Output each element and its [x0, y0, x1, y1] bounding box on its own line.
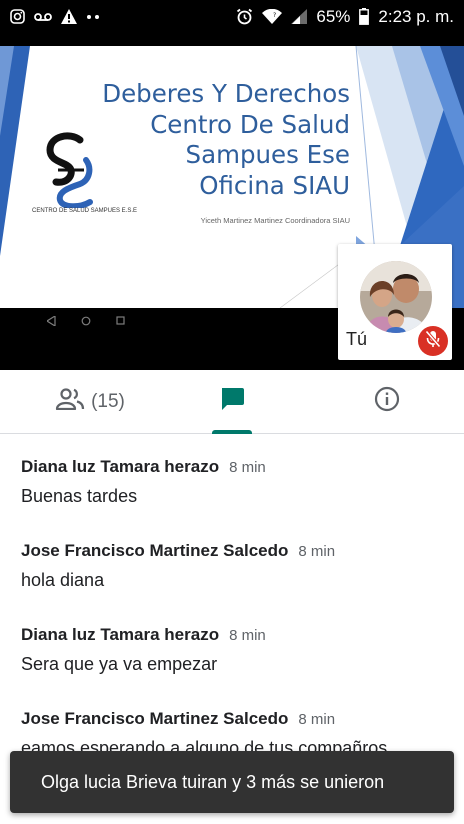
- message-text: Buenas tardes: [21, 486, 138, 506]
- message-header: Jose Francisco Martinez Salcedo 8 min: [21, 541, 451, 561]
- chat-message: Jose Francisco Martinez Salcedo 8 min ho…: [21, 541, 451, 591]
- toast-text: Olga lucia Brieva tuiran y 3 más se unie…: [41, 771, 385, 792]
- message-text: hola diana: [21, 570, 105, 590]
- message-header: Diana luz Tamara herazo 8 min: [21, 625, 451, 645]
- battery-percent: 65%: [316, 6, 351, 26]
- message-time: 8 min: [229, 627, 266, 644]
- message-text: Sera que ya va empezar: [21, 654, 218, 674]
- chat-icon: [219, 386, 245, 417]
- status-bar: ? 65% 2:23 p. m.: [0, 0, 464, 33]
- more-dots-icon: [86, 14, 100, 20]
- self-view-tile[interactable]: Tú: [338, 244, 452, 360]
- mic-off-icon: [425, 329, 441, 353]
- battery-icon: [359, 8, 370, 25]
- message-sender: Jose Francisco Martinez Salcedo: [21, 709, 289, 728]
- signal-icon: [291, 9, 308, 24]
- message-header: Jose Francisco Martinez Salcedo 8 min: [21, 709, 451, 729]
- meeting-tabs: (15): [0, 370, 464, 434]
- chat-message: Diana luz Tamara herazo 8 min Sera que y…: [21, 625, 451, 675]
- mic-off-button[interactable]: [418, 326, 448, 356]
- instagram-icon: [10, 9, 25, 24]
- tab-chat[interactable]: [195, 370, 269, 434]
- tab-people[interactable]: (15): [40, 370, 140, 433]
- slide-title: Deberes Y Derechos Centro De Salud Sampu…: [50, 79, 350, 201]
- people-icon: [55, 388, 85, 415]
- status-left-icons: [10, 9, 100, 24]
- slide-title-line: Deberes Y Derechos: [102, 79, 350, 108]
- message-time: 8 min: [298, 711, 336, 728]
- meet-screen: ? 65% 2:23 p. m. CENTRO DE SALUD SAMPUES…: [0, 0, 464, 824]
- join-notification-toast: Olga lucia Brieva tuiran y 3 más se unie…: [10, 751, 454, 813]
- slide-title-line: Oficina SIAU: [199, 170, 350, 200]
- slide-title-line: Centro De Salud: [150, 109, 350, 139]
- status-right-icons: ? 65% 2:23 p. m.: [236, 7, 454, 27]
- message-sender: Diana luz Tamara herazo: [21, 625, 220, 644]
- logo-caption: CENTRO DE SALUD SAMPUES E.S.E: [32, 208, 138, 214]
- recents-nav-icon: [116, 316, 125, 328]
- message-sender: Diana luz Tamara herazo: [21, 457, 220, 476]
- alarm-icon: [236, 8, 253, 25]
- message-sender: Jose Francisco Martinez Salcedo: [21, 541, 289, 560]
- slide-subtitle: Yiceth Martinez Martinez Coordinadora SI…: [200, 216, 350, 225]
- message-time: 8 min: [229, 459, 266, 476]
- participant-count: (15): [91, 390, 125, 412]
- warning-icon: [61, 9, 77, 24]
- message-time: 8 min: [298, 543, 336, 560]
- status-time: 2:23 p. m.: [378, 6, 454, 26]
- chat-message: Diana luz Tamara herazo 8 min Buenas tar…: [21, 457, 451, 507]
- avatar: [360, 261, 432, 333]
- info-icon: [374, 386, 400, 417]
- home-nav-icon: [81, 316, 91, 329]
- voicemail-icon: [34, 12, 52, 22]
- slide-title-line: Sampues Ese: [185, 140, 350, 169]
- back-nav-icon: [45, 314, 56, 329]
- self-label: Tú: [346, 329, 368, 349]
- svg-text:?: ?: [273, 12, 276, 19]
- tab-info[interactable]: [350, 370, 424, 433]
- wifi-icon: ?: [262, 9, 283, 24]
- message-header: Diana luz Tamara herazo 8 min: [21, 457, 451, 477]
